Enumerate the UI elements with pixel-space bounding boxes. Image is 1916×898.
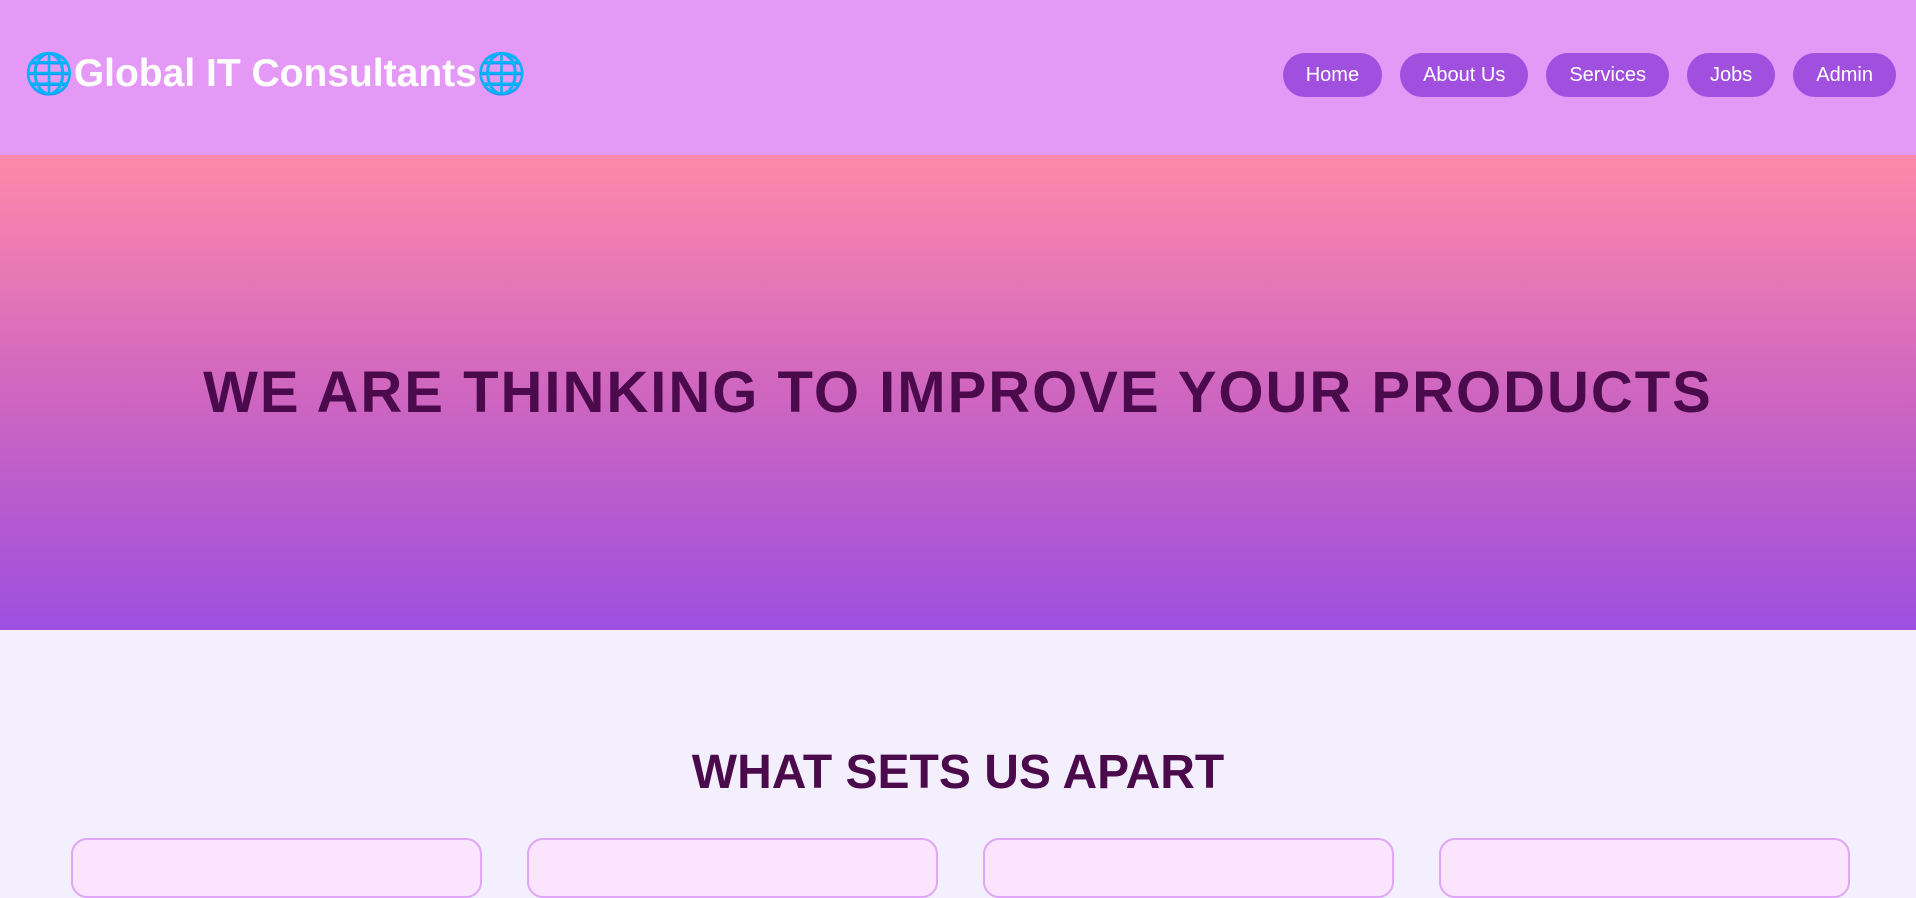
feature-card	[983, 838, 1394, 898]
globe-icon: 🌐	[476, 52, 527, 96]
main-nav: Home About Us Services Jobs Admin	[1282, 53, 1896, 97]
globe-icon: 🌐	[24, 52, 74, 96]
feature-card	[527, 838, 938, 898]
feature-card	[1439, 838, 1850, 898]
hero-title: WE ARE THINKING TO IMPROVE YOUR PRODUCTS	[203, 360, 1713, 425]
site-title: Global IT Consultants	[73, 51, 477, 95]
feature-cards	[71, 838, 1850, 898]
nav-admin[interactable]: Admin	[1793, 53, 1896, 97]
hero-banner: WE ARE THINKING TO IMPROVE YOUR PRODUCTS	[0, 155, 1916, 630]
nav-jobs[interactable]: Jobs	[1687, 53, 1776, 97]
site-header: 🌐 Global IT Consultants 🌐 Home About Us …	[0, 0, 1916, 155]
nav-about-us[interactable]: About Us	[1400, 53, 1529, 97]
feature-card	[71, 838, 482, 898]
nav-services[interactable]: Services	[1546, 53, 1670, 97]
features-title: WHAT SETS US APART	[691, 746, 1225, 799]
site-logo[interactable]: 🌐 Global IT Consultants 🌐	[24, 50, 527, 97]
nav-home[interactable]: Home	[1282, 53, 1383, 97]
